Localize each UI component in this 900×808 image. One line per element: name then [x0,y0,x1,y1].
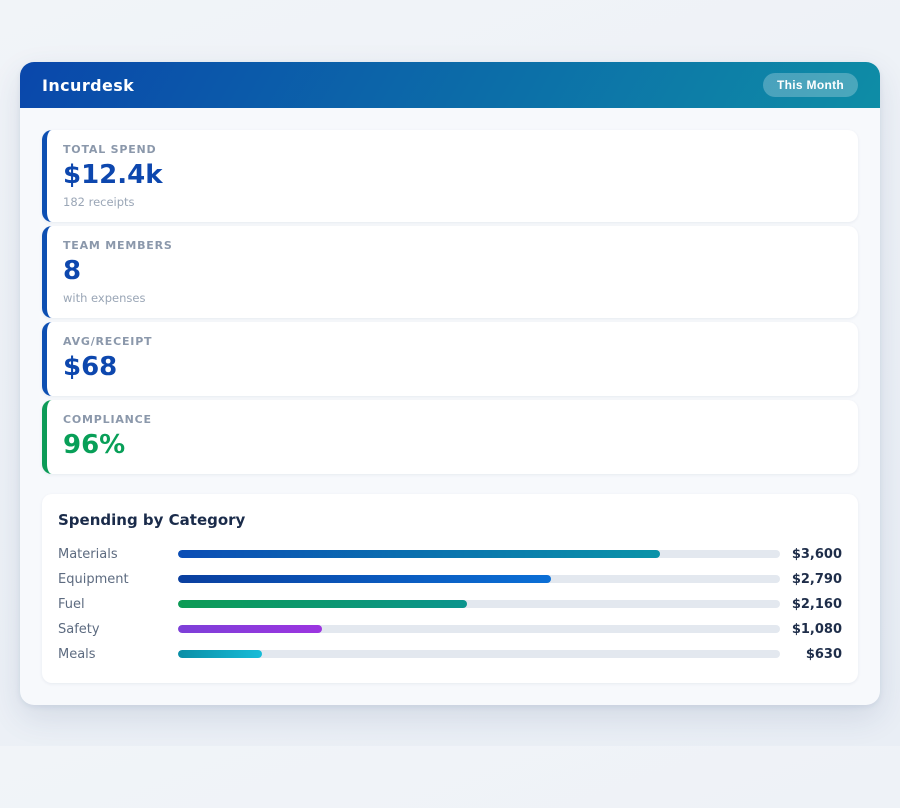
bar-fill [178,575,552,584]
stat-label: COMPLIANCE [63,412,152,426]
chart-rows: Materials $3,600 Equipment $2,790 Fuel $2,160… [58,542,842,667]
bar-fill [178,650,263,659]
stat-value: 8 [63,255,82,286]
chart-row: Materials $3,600 [58,542,842,567]
stat-label: TOTAL SPEND [63,143,157,156]
stat-card-total-spend: TOTAL SPEND $12.4k 182 receipts [42,130,858,222]
category-label: Meals [58,646,96,662]
app-window: Incurdesk This Month TOTAL SPEND $12.4k … [20,62,880,705]
stats-section: TOTAL SPEND $12.4k 182 receipts TEAM MEM… [42,130,858,474]
category-label: Fuel [58,596,85,612]
bar-fill [178,625,323,634]
bar-track [178,575,780,584]
chart-row: Equipment $2,790 [58,567,842,592]
period-badge[interactable]: This Month [763,73,858,97]
app-header: Incurdesk This Month [20,62,880,108]
stat-label: AVG/RECEIPT [63,334,153,348]
stat-subtext: 182 receipts [63,194,135,209]
stat-label: TEAM MEMBERS [63,238,173,252]
stat-value: $12.4k [63,160,163,190]
stat-value: 96% [63,429,126,460]
chart-row: Safety $1,080 [58,617,842,642]
category-label: Safety [58,621,100,637]
stat-value: $68 [63,351,118,382]
stat-subtext: with expenses [63,290,146,305]
stat-card-team-members: TEAM MEMBERS 8 with expenses [42,225,858,318]
spending-chart-card: Spending by Category Materials $3,600 Equi… [42,493,858,683]
chart-title: Spending by Category [58,510,246,529]
bar-fill [178,600,467,609]
bar-fill [178,550,660,559]
bar-track [178,550,780,559]
bar-track [178,600,780,609]
chart-row: Fuel $2,160 [58,592,842,617]
category-label: Materials [58,546,118,562]
value-label: $1,080 [791,621,842,637]
content-area: TOTAL SPEND $12.4k 182 receipts TEAM MEM… [20,108,880,705]
chart-row: Meals $630 [58,642,842,667]
category-label: Equipment [58,571,129,587]
value-label: $630 [805,646,842,662]
bar-track [178,625,780,634]
value-label: $3,600 [791,546,842,562]
value-label: $2,790 [791,571,842,587]
stat-card-compliance: COMPLIANCE 96% [42,399,858,474]
value-label: $2,160 [791,596,842,612]
bar-track [178,650,780,659]
app-title: Incurdesk [42,75,135,95]
stat-card-avg-receipt: AVG/RECEIPT $68 [42,321,858,396]
